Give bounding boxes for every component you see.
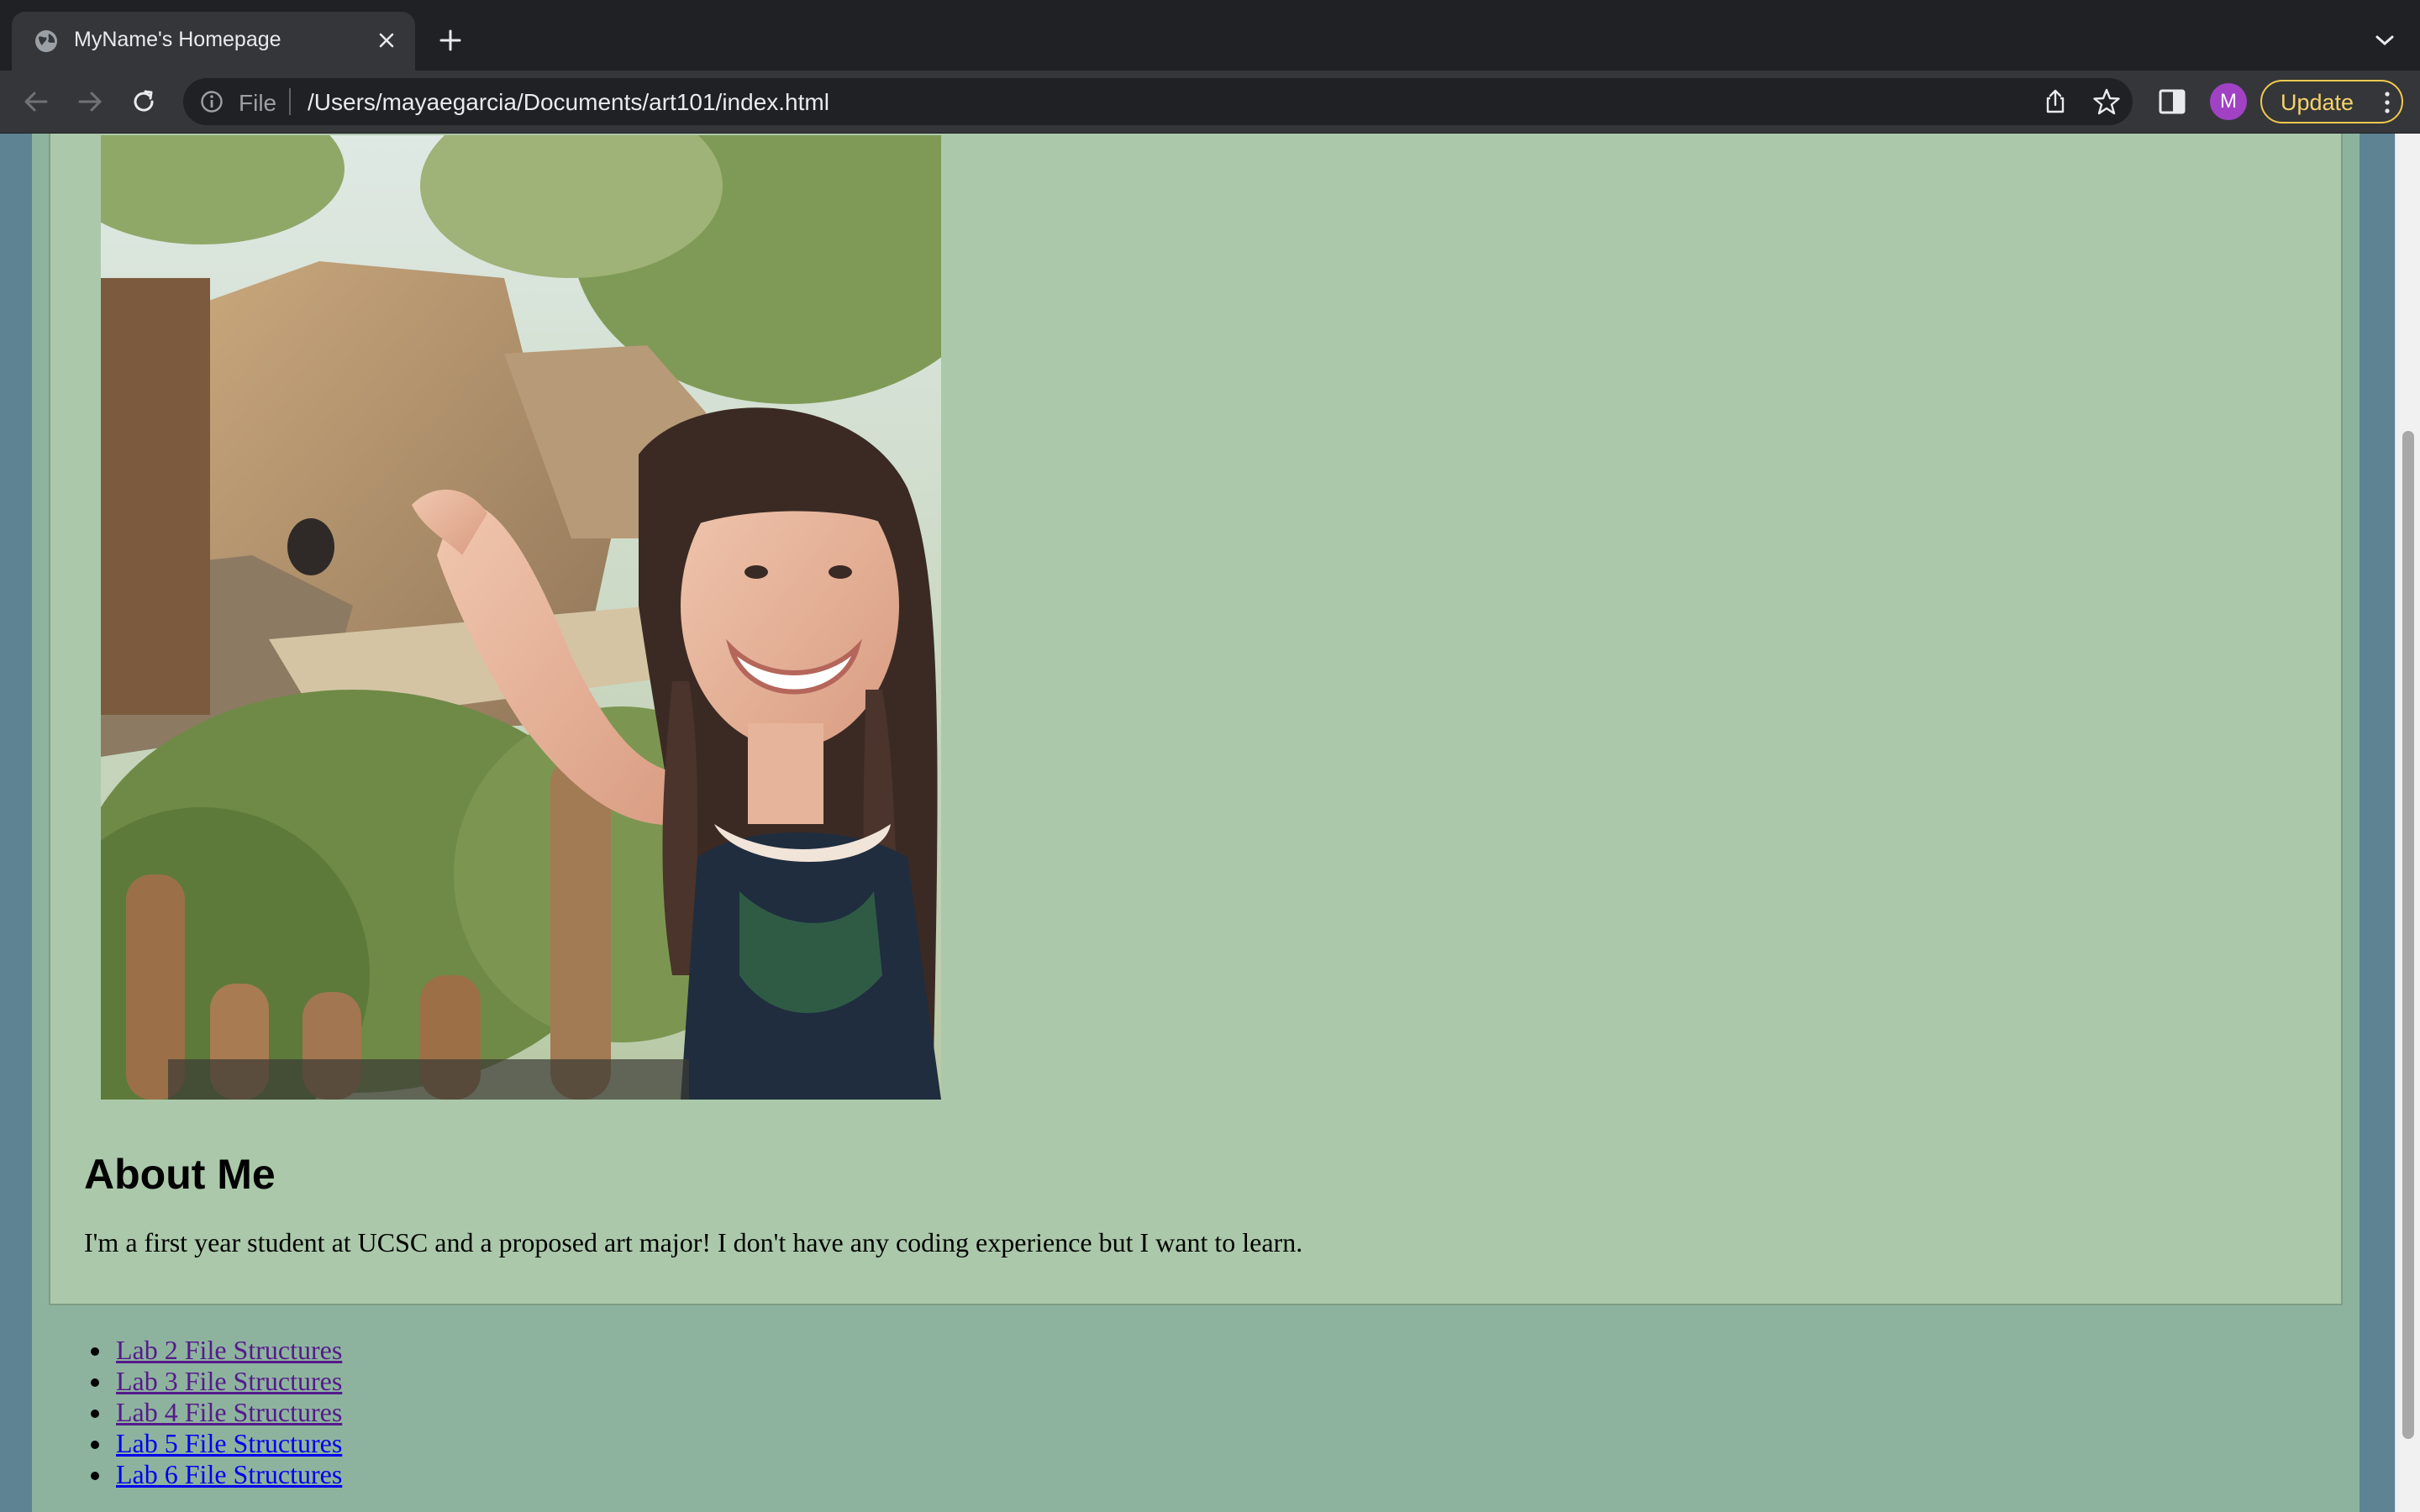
lab-links-list: Lab 2 File Structures Lab 3 File Structu…: [82, 1335, 342, 1490]
url-text[interactable]: /Users/mayaegarcia/Documents/art101/inde…: [308, 89, 829, 116]
url-divider: [289, 88, 291, 115]
info-icon[interactable]: [200, 90, 224, 113]
update-button[interactable]: Update: [2260, 80, 2403, 123]
lab-4-link[interactable]: Lab 4 File Structures: [116, 1397, 342, 1427]
lab-3-link[interactable]: Lab 3 File Structures: [116, 1366, 342, 1396]
side-panel-icon[interactable]: [2156, 86, 2188, 118]
browser-tab[interactable]: MyName's Homepage: [12, 12, 415, 71]
page-scrollbar[interactable]: [2395, 134, 2420, 1512]
list-item: Lab 6 File Structures: [82, 1459, 342, 1490]
reload-icon[interactable]: [126, 84, 161, 119]
lab-5-link[interactable]: Lab 5 File Structures: [116, 1428, 342, 1458]
profile-card: About Me I'm a first year student at UCS…: [49, 134, 2343, 1305]
page-body: About Me I'm a first year student at UCS…: [32, 134, 2360, 1512]
back-arrow-icon[interactable]: [18, 84, 54, 119]
list-item: Lab 5 File Structures: [82, 1428, 342, 1459]
update-button-label: Update: [2281, 90, 2354, 115]
about-heading: About Me: [84, 1151, 276, 1198]
browser-toolbar: File /Users/mayaegarcia/Documents/art101…: [0, 71, 2420, 134]
list-item: Lab 4 File Structures: [82, 1397, 342, 1428]
tab-strip: MyName's Homepage: [0, 0, 2420, 71]
profile-photo: [101, 135, 941, 1100]
globe-icon: [35, 30, 57, 52]
address-bar[interactable]: File /Users/mayaegarcia/Documents/art101…: [183, 78, 2133, 125]
page-viewport: About Me I'm a first year student at UCS…: [0, 134, 2420, 1512]
lab-6-link[interactable]: Lab 6 File Structures: [116, 1459, 342, 1489]
avatar[interactable]: M: [2210, 83, 2247, 120]
list-item: Lab 3 File Structures: [82, 1366, 342, 1397]
forward-arrow-icon[interactable]: [72, 84, 108, 119]
about-paragraph: I'm a first year student at UCSC and a p…: [84, 1227, 1303, 1257]
chevron-down-icon[interactable]: [2370, 25, 2400, 55]
list-item: Lab 2 File Structures: [82, 1335, 342, 1366]
url-scheme-label: File: [239, 90, 277, 116]
kebab-menu-icon[interactable]: [2383, 90, 2391, 115]
tab-title: MyName's Homepage: [74, 28, 281, 51]
scrollbar-thumb[interactable]: [2402, 431, 2414, 1439]
plus-icon[interactable]: [434, 24, 467, 57]
lab-2-link[interactable]: Lab 2 File Structures: [116, 1335, 342, 1365]
share-icon[interactable]: [2042, 88, 2069, 115]
star-icon[interactable]: [2092, 87, 2121, 116]
close-icon[interactable]: [370, 24, 403, 57]
avatar-initial: M: [2220, 90, 2237, 113]
